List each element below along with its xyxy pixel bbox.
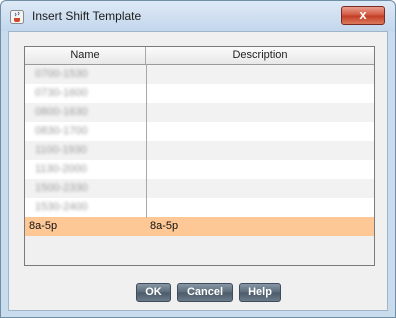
ok-button[interactable]: OK — [136, 283, 171, 302]
cancel-button[interactable]: Cancel — [177, 283, 233, 302]
column-divider — [146, 64, 147, 218]
cell-name: 1130-2000 — [25, 160, 146, 179]
cell-name: 1100-1930 — [25, 141, 146, 160]
cell-description — [146, 179, 374, 198]
table-row[interactable]: 1500-2330 — [25, 179, 374, 198]
cell-name: 8a-5p — [25, 217, 146, 236]
cell-name-text: 1500-2330 — [35, 182, 88, 194]
cell-name: 0830-1700 — [25, 122, 146, 141]
cell-name-text: 1530-2400 — [35, 201, 88, 213]
cell-name: 0800-1630 — [25, 103, 146, 122]
java-app-icon — [10, 10, 24, 24]
column-header-description[interactable]: Description — [146, 47, 374, 64]
table-row[interactable]: 0830-1700 — [25, 122, 374, 141]
table-row[interactable]: 0800-1630 — [25, 103, 374, 122]
shift-template-table[interactable]: Name Description 0700-1530 0730-1600 0800-… — [24, 46, 375, 266]
cell-description — [146, 84, 374, 103]
title-bar[interactable]: Insert Shift Template x — [1, 1, 395, 31]
table-row[interactable]: 0700-1530 — [25, 65, 374, 84]
column-header-name[interactable]: Name — [25, 47, 146, 64]
dialog-content: Name Description 0700-1530 0730-1600 0800-… — [8, 31, 388, 311]
cell-name: 0700-1530 — [25, 65, 146, 84]
cell-description — [146, 103, 374, 122]
cell-name: 0730-1600 — [25, 84, 146, 103]
dialog-window: Insert Shift Template x Name Description… — [0, 0, 396, 318]
help-button[interactable]: Help — [239, 283, 281, 302]
cell-description: 8a-5p — [150, 220, 179, 232]
cell-name-text: 0800-1630 — [35, 106, 88, 118]
cell-description — [146, 141, 374, 160]
cell-name-text: 0730-1600 — [35, 87, 88, 99]
cell-description — [146, 198, 374, 217]
cell-name: 1530-2400 — [25, 198, 146, 217]
cell-name-text: 1100-1930 — [35, 144, 87, 156]
table-row[interactable]: 1100-1930 — [25, 141, 374, 160]
table-row[interactable]: 0730-1600 — [25, 84, 374, 103]
window-title: Insert Shift Template — [32, 9, 142, 23]
close-button[interactable]: x — [341, 6, 385, 25]
cell-name-text: 0700-1530 — [35, 68, 88, 80]
table-row[interactable]: 1530-2400 — [25, 198, 374, 217]
cell-description — [146, 160, 374, 179]
cell-description — [146, 122, 374, 141]
cell-name-text: 1130-2000 — [35, 163, 87, 175]
table-row[interactable]: 1130-2000 — [25, 160, 374, 179]
table-row[interactable]: 8a-5p 8a-5p — [25, 217, 374, 236]
cell-name-text: 8a-5p — [29, 220, 58, 232]
close-icon: x — [359, 7, 367, 22]
cell-description — [146, 65, 374, 84]
cell-name: 1500-2330 — [25, 179, 146, 198]
table-header: Name Description — [25, 47, 374, 65]
cell-name-text: 0830-1700 — [35, 125, 88, 137]
